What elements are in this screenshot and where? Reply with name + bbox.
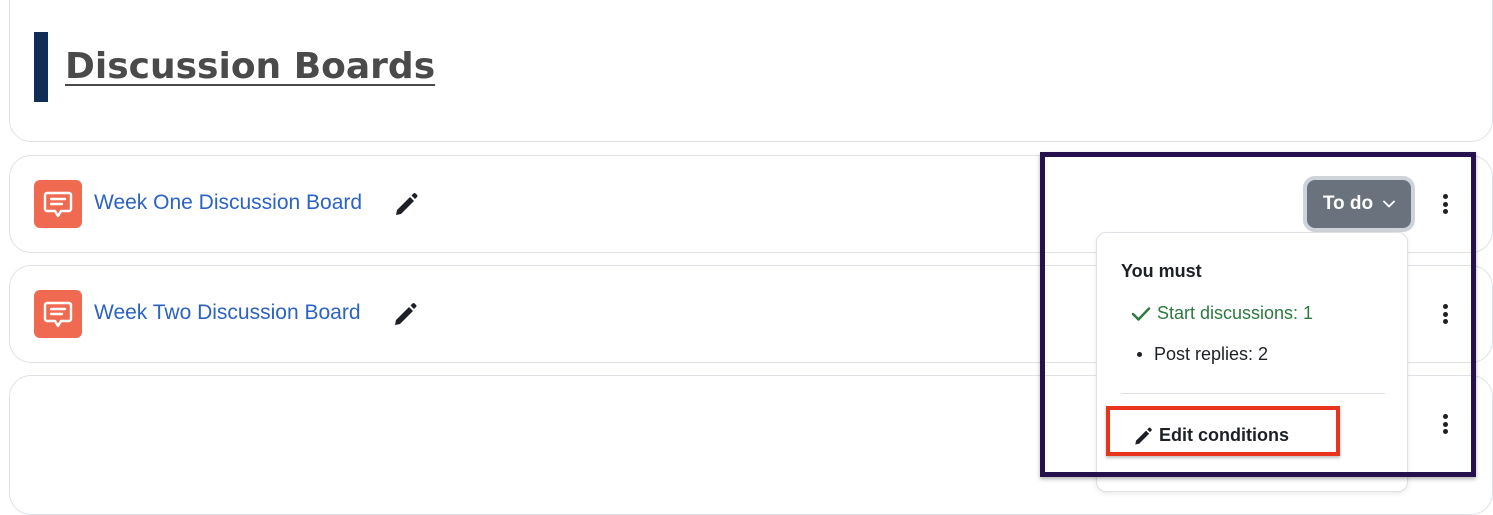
page-title: Discussion Boards xyxy=(65,46,436,87)
title-accent-bar xyxy=(34,32,48,102)
highlight-box-outer xyxy=(1040,152,1476,477)
forum-icon xyxy=(34,290,82,338)
activity-link-week-one[interactable]: Week One Discussion Board xyxy=(94,191,362,215)
pencil-icon[interactable] xyxy=(392,301,418,327)
forum-icon xyxy=(34,180,82,228)
pencil-icon[interactable] xyxy=(393,191,419,217)
activity-link-week-two[interactable]: Week Two Discussion Board xyxy=(94,301,361,325)
